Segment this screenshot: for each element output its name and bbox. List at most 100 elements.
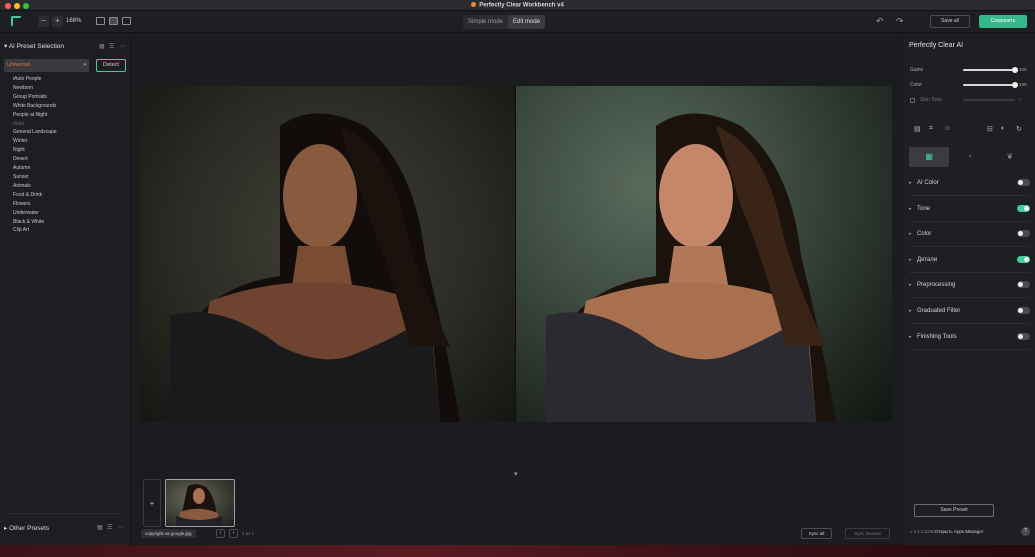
- section-label: Color: [917, 231, 932, 238]
- comparison-divider[interactable]: [515, 86, 516, 422]
- chevron-right-icon: ▸: [909, 180, 912, 186]
- preset-item[interactable]: Flowers: [13, 200, 57, 209]
- chevron-right-icon: ▸: [909, 256, 912, 263]
- color-value: 100: [1019, 82, 1027, 87]
- image-thumbnail[interactable]: [165, 479, 235, 527]
- face-icon[interactable]: ☺: [944, 125, 951, 132]
- grid-view-icon[interactable]: ▦: [99, 43, 105, 50]
- sync-all-button[interactable]: Sync all: [801, 528, 832, 539]
- zoom-out-button[interactable]: −: [38, 16, 49, 27]
- color-label: Color: [910, 82, 922, 88]
- before-after-icon[interactable]: ◐: [1001, 125, 1005, 132]
- list-view-icon[interactable]: ☰: [109, 43, 114, 50]
- grid-view-icon[interactable]: ▦: [97, 524, 103, 531]
- simple-mode-tab[interactable]: Simple mode: [463, 15, 508, 29]
- section-finishing-tools[interactable]: ▸ Finishing Tools: [909, 325, 1030, 350]
- section-toggle[interactable]: [1017, 179, 1030, 186]
- preset-item[interactable]: Desert: [13, 155, 57, 164]
- single-view-icon[interactable]: [96, 17, 105, 25]
- redo-icon[interactable]: ↷: [896, 16, 904, 27]
- portrait-original: [170, 113, 460, 422]
- split-view-icon[interactable]: [109, 17, 118, 25]
- tab-adjustments[interactable]: ▦: [909, 147, 950, 167]
- section-ai-color[interactable]: ▸ AI Color: [909, 171, 1030, 196]
- section-детали[interactable]: ▸ Детали: [909, 248, 1030, 273]
- section-toggle[interactable]: [1017, 332, 1030, 340]
- section-toggle[interactable]: [1017, 255, 1030, 263]
- skin-tone-label: Skin Tone: [920, 97, 942, 103]
- preset-item[interactable]: Black & White: [13, 218, 57, 227]
- export-button[interactable]: Сохранить: [979, 15, 1027, 28]
- edit-mode-tab[interactable]: Edit mode: [508, 15, 546, 29]
- tab-color[interactable]: ◔: [949, 147, 989, 167]
- file-name-chip[interactable]: copyright на google.jpg: [141, 529, 196, 538]
- preset-item[interactable]: Winter: [13, 137, 57, 146]
- section-toggle[interactable]: [1017, 204, 1030, 212]
- gains-slider-fill: [963, 69, 1015, 71]
- side-by-side-view-icon[interactable]: [122, 17, 131, 25]
- preset-item[interactable]: iAuto: [13, 120, 57, 129]
- section-toggle[interactable]: [1017, 230, 1030, 238]
- previous-page-button[interactable]: ‹: [216, 529, 225, 538]
- preset-item[interactable]: Sunset: [13, 173, 57, 182]
- preset-item[interactable]: Newborn: [13, 84, 57, 93]
- more-options-icon[interactable]: ⋯: [118, 524, 124, 531]
- section-toggle[interactable]: [1017, 307, 1030, 314]
- gains-slider-handle[interactable]: [1012, 67, 1018, 73]
- preset-item[interactable]: Group Portraits: [13, 93, 57, 102]
- window-title-text: Perfectly Clear Workbench v4: [479, 2, 564, 9]
- color-slider[interactable]: [963, 82, 1018, 88]
- crop-icon[interactable]: ⌗: [929, 125, 933, 133]
- after-image: [516, 86, 892, 422]
- toggle-knob: [1018, 231, 1023, 237]
- preset-item[interactable]: Food & Drink: [13, 191, 57, 200]
- preset-dropdown[interactable]: Universal ▾: [4, 59, 89, 72]
- reset-icon[interactable]: ↻: [1016, 125, 1022, 133]
- section-graduated-filter[interactable]: ▸ Graduated Filter: [909, 299, 1030, 324]
- section-label: Finishing Tools: [917, 333, 957, 340]
- preset-item[interactable]: General Landscape: [13, 128, 57, 137]
- preset-item[interactable]: Underwater: [13, 209, 57, 218]
- undo-icon[interactable]: ↶: [876, 16, 884, 27]
- add-image-button[interactable]: +: [143, 479, 161, 527]
- other-presets-label: Other Presets: [9, 525, 50, 532]
- tab-effects[interactable]: ❦: [990, 147, 1030, 167]
- preset-item[interactable]: White Backgrounds: [13, 102, 57, 111]
- presets-icon[interactable]: ▤: [914, 125, 921, 133]
- color-slider-handle[interactable]: [1012, 82, 1018, 88]
- save-all-button[interactable]: Save all: [930, 15, 970, 28]
- section-color[interactable]: ▸ Color: [909, 222, 1030, 248]
- preset-list: iAuto People Newborn Group Portraits White …: [13, 75, 57, 235]
- main-toolbar: − + 168% Simple mode Edit mode ↶ ↷ Save …: [0, 11, 1035, 33]
- list-view-icon[interactable]: ☰: [107, 524, 112, 531]
- gains-slider[interactable]: [963, 67, 1018, 73]
- preset-item[interactable]: Night: [13, 146, 57, 155]
- save-preset-button[interactable]: Save Preset: [914, 504, 994, 517]
- preset-item[interactable]: Clip Art: [13, 226, 57, 235]
- preset-item[interactable]: iAuto People: [13, 75, 57, 84]
- more-options-icon[interactable]: ⋯: [120, 43, 126, 50]
- sync-forward-button[interactable]: Sync forward: [845, 528, 890, 539]
- section-toggle[interactable]: [1017, 281, 1030, 289]
- section-preprocessing[interactable]: ▸ Preprocessing: [909, 273, 1030, 299]
- preset-item[interactable]: Animals: [13, 182, 57, 191]
- toggle-knob: [1024, 256, 1029, 262]
- left-panel: ▾ AI Preset Selection ▦ ☰ ⋯ Universal ▾ D…: [0, 34, 131, 545]
- ai-preset-selection-header[interactable]: ▾ AI Preset Selection: [4, 42, 64, 50]
- open-apps-manager-link[interactable]: Открыть Apps Manager: [935, 529, 983, 534]
- before-after-preview[interactable]: [140, 86, 892, 422]
- preset-item[interactable]: Autumn: [13, 164, 57, 173]
- other-presets-header[interactable]: ▸ Other Presets: [4, 524, 49, 532]
- next-page-button[interactable]: ›: [229, 529, 238, 538]
- section-label: Детали: [917, 256, 938, 263]
- skin-tone-slider[interactable]: [963, 99, 1015, 101]
- section-tone[interactable]: ▸ Tone: [909, 197, 1030, 222]
- skin-tone-checkbox[interactable]: [910, 98, 915, 103]
- toggle-knob: [1024, 205, 1029, 211]
- app-logo-icon: [11, 16, 22, 27]
- preset-item[interactable]: People at Night: [13, 111, 57, 120]
- zoom-in-button[interactable]: +: [52, 16, 63, 27]
- help-icon[interactable]: ?: [1021, 527, 1030, 536]
- detect-button[interactable]: Detect: [96, 59, 126, 72]
- compare-icon[interactable]: ⊟: [987, 125, 993, 133]
